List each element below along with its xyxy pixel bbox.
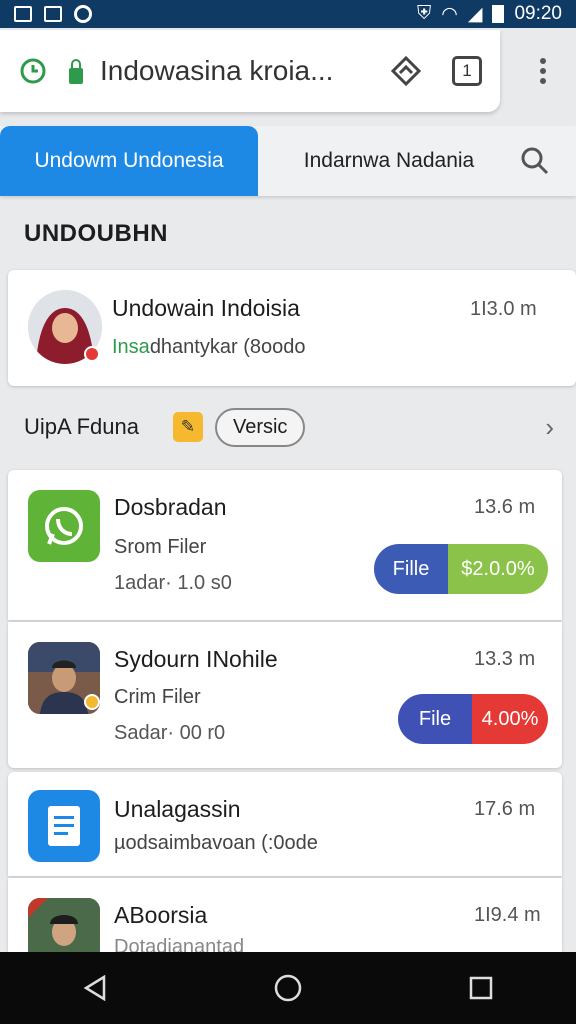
filter-row: UipA Fduna ✎ Versic › [24, 404, 554, 450]
filter-label: UipA Fduna [24, 414, 139, 439]
signal-icon: ◢ [467, 3, 483, 25]
version-chip[interactable]: Versic [214, 407, 306, 447]
chevron-right-icon[interactable]: › [545, 412, 554, 443]
item-title: Dosbradan [114, 494, 227, 520]
file-badge: File [398, 694, 472, 744]
browser-notification-icon [74, 5, 92, 23]
back-icon[interactable] [82, 974, 108, 1002]
status-pill[interactable]: File 4.00% [398, 694, 548, 744]
tab-label: Undowm Undonesia [34, 149, 224, 172]
status-pill[interactable]: Fille $2.0.0% [374, 544, 548, 594]
item-subtitle: Srom Filer [114, 536, 207, 558]
tab-bar: Undowm Undonesia Indarnwa Nadania [0, 126, 576, 196]
wifi-icon: ◠ [441, 3, 458, 25]
item-subtitle: µodsaimbavoan (:0ode [114, 832, 318, 854]
avatar-badge-icon [84, 694, 100, 710]
item-subtitle: Crim Filer [114, 686, 201, 708]
share-icon[interactable] [390, 55, 422, 87]
more-menu-icon[interactable] [528, 56, 558, 86]
profile-subtitle-highlight: Insa [112, 336, 150, 358]
edit-icon[interactable]: ✎ [172, 412, 203, 442]
profile-time: 1I3.0 m [470, 298, 537, 320]
section-title: UNDOUBHN [24, 220, 168, 247]
clock: 09:20 [514, 3, 562, 24]
percent-badge-label: $2.0.0% [461, 557, 535, 580]
list-item[interactable]: Sydourn INohile Crim Filer Sadar· 00 r0 … [8, 622, 562, 768]
address-bar[interactable]: Indowasina kroia... 1 [0, 30, 500, 112]
item-time: 17.6 m [474, 798, 536, 820]
gallery-icon [14, 6, 32, 22]
percent-badge-label: 4.00% [481, 707, 539, 730]
url-text[interactable]: Indowasina kroia... [100, 55, 390, 87]
verified-badge-icon [84, 346, 100, 362]
battery-icon [492, 5, 505, 23]
item-title: ABoorsia [114, 902, 208, 928]
avatar [28, 898, 100, 952]
profile-subtitle: Insadhantykar (8oodo [112, 336, 305, 359]
file-badge-label: File [418, 707, 452, 730]
percent-badge: 4.00% [472, 694, 548, 744]
tab-switcher-button[interactable]: 1 [452, 56, 482, 86]
lock-icon [69, 59, 83, 84]
list-item[interactable]: Unalagassin µodsaimbavoan (:0ode 17.6 m [8, 772, 562, 876]
list-item[interactable]: Dosbradan Srom Filer 1adar· 1.0 s0 13.6 … [8, 470, 562, 620]
tab-indarnwa-nadania[interactable]: Indarnwa Nadania [258, 149, 520, 173]
item-time: 13.3 m [474, 648, 536, 670]
search-icon[interactable] [520, 146, 550, 176]
list-item[interactable]: ABoorsia Dotadianantad 1I9.4 m [8, 878, 562, 958]
file-badge-label: Fille [392, 557, 430, 580]
docs-icon [28, 790, 100, 862]
item-time: 1I9.4 m [474, 904, 541, 926]
recents-icon[interactable] [468, 975, 494, 1001]
whatsapp-icon [28, 490, 100, 562]
profile-subtitle-rest: dhantykar (8oodo [149, 336, 306, 358]
item-time: 13.6 m [474, 496, 536, 518]
item-title: Sydourn INohile [114, 646, 278, 672]
security-icon: ⛨ [416, 3, 432, 24]
tab-label: Indarnwa Nadania [303, 149, 475, 172]
tab-undowm-undonesia[interactable]: Undowm Undonesia [0, 126, 258, 196]
item-title: Unalagassin [114, 796, 241, 822]
tab-count: 1 [462, 61, 472, 80]
profile-name: Undowain Indoisia [112, 295, 300, 321]
status-bar: ⛨ ◠ ◢ 09:20 [0, 0, 576, 28]
version-chip-label: Versic [232, 415, 288, 438]
item-meta: Sadar· 00 r0 [114, 722, 226, 744]
navigation-bar [0, 952, 576, 1024]
home-icon[interactable] [273, 973, 303, 1003]
item-meta: 1adar· 1.0 s0 [114, 572, 232, 594]
profile-card[interactable]: Undowain Indoisia Insadhantykar (8oodo 1… [8, 270, 576, 386]
chart-icon [44, 6, 62, 22]
percent-badge: $2.0.0% [448, 544, 548, 594]
file-badge: Fille [374, 544, 448, 594]
history-icon[interactable] [18, 56, 48, 86]
